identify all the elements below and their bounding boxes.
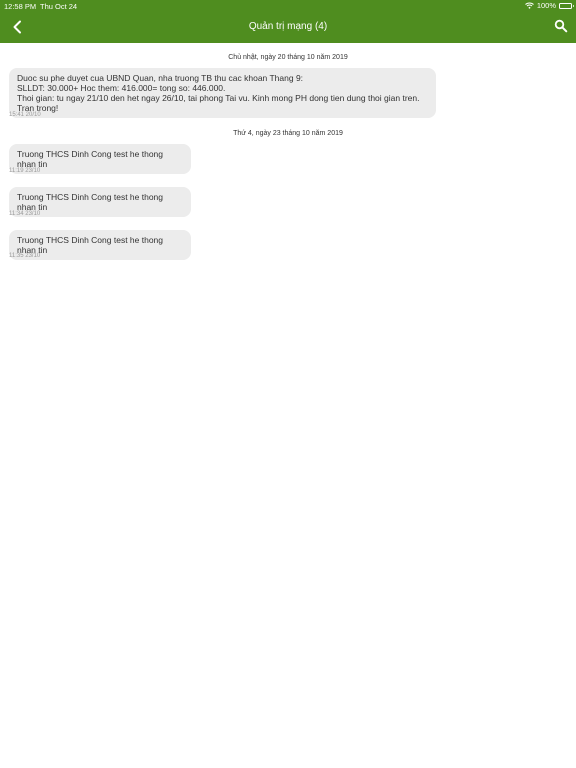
status-bar: 12:58 PM Thu Oct 24 100% (0, 0, 576, 12)
wifi-icon (524, 2, 534, 9)
battery-icon (559, 2, 574, 9)
message-time: 11:34 23/10 (9, 211, 41, 217)
status-date: Thu Oct 24 (40, 2, 78, 11)
message-time: 11:19 23/10 (9, 168, 41, 174)
search-icon (554, 19, 568, 33)
day-header: Thứ 4, ngày 23 tháng 10 năm 2019 (233, 130, 343, 137)
day-header: Chủ nhật, ngày 20 tháng 10 năm 2019 (228, 54, 348, 61)
status-indicators: 100% (524, 1, 574, 10)
app-header: 12:58 PM Thu Oct 24 100% Quản trị mạng (… (0, 0, 576, 43)
battery-percent: 100% (536, 1, 556, 10)
status-time: 12:58 PM (4, 2, 37, 11)
navigation-bar: Quản trị mạng (4) (0, 12, 576, 43)
message-bubble[interactable]: Duoc su phe duyet cua UBND Quan, nha tru… (9, 68, 436, 118)
message-time: 15:41 20/10 (9, 112, 41, 118)
message-time: 11:35 23/10 (9, 253, 41, 259)
page-title: Quản trị mạng (4) (248, 21, 328, 32)
search-button[interactable] (554, 19, 568, 33)
